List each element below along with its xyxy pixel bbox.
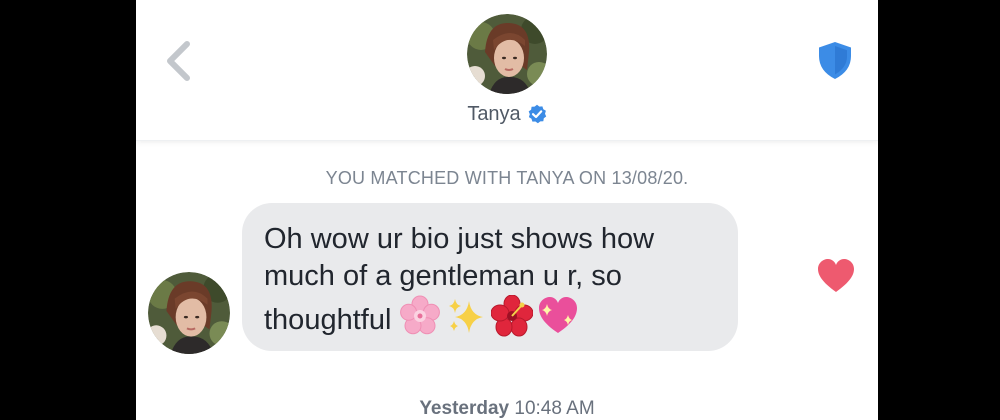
message-avatar[interactable] [148, 272, 230, 354]
heart-icon[interactable] [816, 258, 856, 294]
message-bubble[interactable]: Oh wow ur bio just shows how much of a g… [242, 203, 738, 351]
match-notice: YOU MATCHED WITH TANYA ON 13/08/20. [325, 168, 689, 188]
chat-screen: Tanya YOU MATCHED WITH TANYA ON 13/08/20… [136, 0, 878, 420]
shield-icon[interactable] [816, 40, 854, 80]
message-timestamp: Yesterday 10:48 AM [136, 398, 878, 420]
chat-header: Tanya [136, 0, 878, 141]
name-row[interactable]: Tanya [136, 101, 878, 127]
screen: Tanya YOU MATCHED WITH TANYA ON 13/08/20… [0, 0, 1000, 420]
avatar[interactable] [467, 14, 547, 94]
match-name: Tanya [467, 102, 521, 125]
cherry-blossom-icon [400, 295, 441, 335]
chevron-left-icon[interactable] [162, 38, 196, 84]
timestamp-time: 10:48 AM [514, 398, 595, 419]
hibiscus-icon [491, 295, 534, 337]
sparkling-heart-icon [539, 297, 578, 333]
verified-check-icon [528, 104, 546, 124]
emoji-group [399, 295, 579, 337]
sparkles-icon [449, 299, 484, 333]
timestamp-day: Yesterday [419, 398, 510, 419]
